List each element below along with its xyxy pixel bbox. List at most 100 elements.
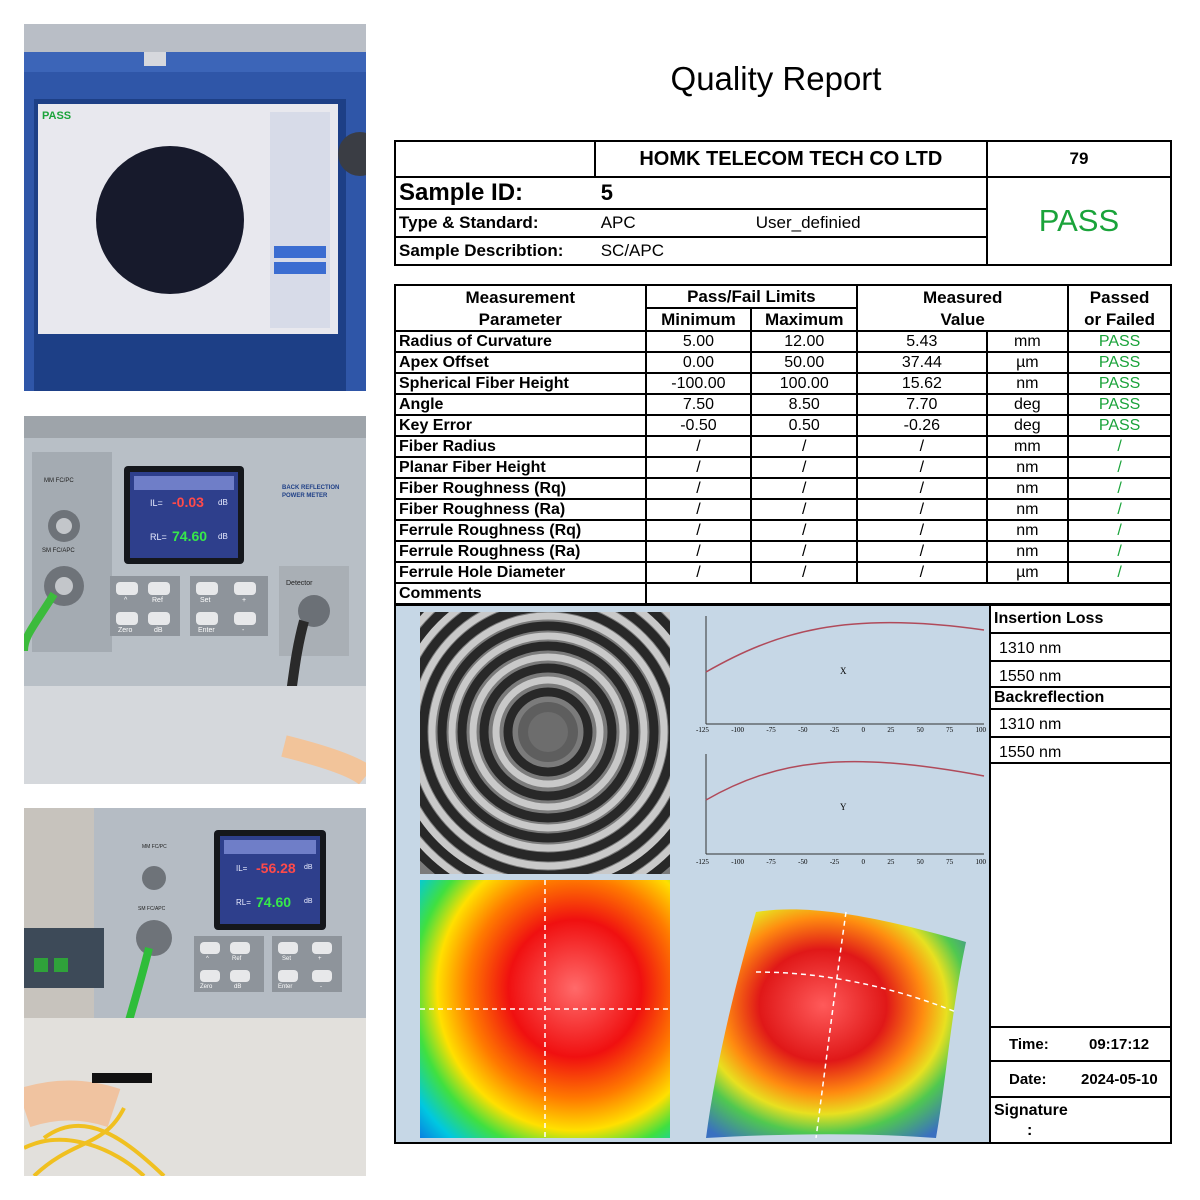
meter-button-enter: Enter [278, 984, 293, 990]
table-row: Ferrule Roughness (Ra) / / / nm / [394, 540, 1172, 563]
param-min: / [644, 540, 753, 563]
param-max: 50.00 [750, 351, 859, 374]
param-value: -0.26 [856, 414, 988, 437]
param-min: / [644, 561, 753, 584]
meter-button-minus: - [242, 627, 245, 634]
param-min: 0.00 [644, 351, 753, 374]
type-standard-values: APC User_definied [594, 208, 988, 238]
param-unit: nm [985, 498, 1070, 521]
overall-result: PASS [985, 176, 1173, 266]
profile-plot-x [705, 616, 985, 725]
tick-label: 100 [975, 726, 986, 734]
param-min: 5.00 [644, 330, 753, 353]
param-max: 100.00 [750, 372, 859, 395]
meter-button-plus: + [318, 956, 322, 962]
param-name: Ferrule Roughness (Ra) [394, 540, 647, 563]
param-value: 7.70 [856, 393, 988, 416]
param-result: PASS [1067, 414, 1172, 437]
table-row: Apex Offset 0.00 50.00 37.44 µm PASS [394, 351, 1172, 374]
param-result: / [1067, 561, 1172, 584]
meter-button-plus: + [242, 597, 247, 604]
type-standard-label: Type & Standard: [394, 208, 595, 238]
param-result: PASS [1067, 330, 1172, 353]
table-row: Radius of Curvature 5.00 12.00 5.43 mm PASS [394, 330, 1172, 353]
il-unit: dB [218, 498, 228, 507]
report-header-table: HOMK TELECOM TECH CO LTD 79 Sample ID: 5… [394, 140, 1173, 266]
header-minimum: Minimum [644, 307, 753, 332]
photo-interferometer-screen: PASS [24, 24, 366, 391]
param-max: / [750, 435, 859, 458]
param-value: / [856, 519, 988, 542]
tick-label: 25 [887, 858, 895, 866]
br-1310-row: 1310 nm [991, 710, 1172, 738]
param-unit: µm [985, 561, 1070, 584]
header-measured-line2: Value [856, 308, 1070, 332]
meter-button-zero: Zero [200, 984, 213, 990]
param-max: / [750, 519, 859, 542]
header-limits: Pass/Fail Limits [644, 284, 859, 309]
signature-label: Signature [994, 1102, 1068, 1119]
meter-button-ref: Ref [232, 956, 242, 962]
report-title: Quality Report [670, 60, 882, 97]
rl-label: RL= [150, 532, 167, 542]
table-row: Fiber Roughness (Ra) / / / nm / [394, 498, 1172, 521]
param-unit: deg [985, 414, 1070, 437]
sample-id-label: Sample ID: [394, 176, 595, 210]
tick-label: 75 [946, 858, 954, 866]
time-label: Time: [1009, 1036, 1049, 1053]
param-unit: µm [985, 351, 1070, 374]
tick-label: 50 [916, 726, 924, 734]
tick-label: 100 [975, 858, 986, 866]
rl-value: 74.60 [172, 528, 208, 544]
meter-button-enter: Enter [198, 627, 215, 634]
date-label: Date: [1009, 1071, 1047, 1088]
rl-unit: dB [218, 532, 228, 541]
standard-value: User_definied [755, 213, 861, 232]
il-label: IL= [150, 498, 163, 508]
rl-unit: dB [304, 898, 313, 905]
report-number: 79 [985, 140, 1173, 178]
results-side-column: Insertion Loss 1310 nm 1550 nm Backrefle… [989, 606, 1172, 1142]
param-name: Fiber Radius [394, 435, 647, 458]
param-min: / [644, 519, 753, 542]
profile-x-ticks: -125 -100 -75 -50 -25 0 25 50 75 100 [696, 726, 986, 734]
header-blank-cell [394, 140, 596, 178]
param-max: / [750, 456, 859, 479]
tick-label: -50 [798, 858, 808, 866]
param-name: Radius of Curvature [394, 330, 647, 353]
table-row: Angle 7.50 8.50 7.70 deg PASS [394, 393, 1172, 416]
photo-power-meter: BACK REFLECTION POWER METER MM FC/PC SM … [24, 416, 366, 784]
table-row: Fiber Radius / / / mm / [394, 435, 1172, 458]
param-unit: nm [985, 372, 1070, 395]
table-row: Spherical Fiber Height -100.00 100.00 15.62… [394, 372, 1172, 395]
il-label: IL= [236, 864, 248, 873]
table-row: Ferrule Roughness (Rq) / / / nm / [394, 519, 1172, 542]
signature-colon: : [1027, 1122, 1033, 1139]
description-label: Sample Describtion: [394, 236, 595, 266]
tick-label: -100 [731, 726, 745, 734]
param-value: 37.44 [856, 351, 988, 374]
meter-button-set: Set [282, 956, 292, 962]
header-parameter-line1: Measurement [394, 284, 647, 308]
table-row: Planar Fiber Height / / / nm / [394, 456, 1172, 479]
tick-label: -125 [696, 858, 709, 866]
surface-heatmap-2d [420, 880, 670, 1138]
param-max: 8.50 [750, 393, 859, 416]
param-min: / [644, 456, 753, 479]
header-parameter-line2: Parameter [394, 308, 647, 332]
param-unit: nm [985, 456, 1070, 479]
param-min: / [644, 498, 753, 521]
param-result: / [1067, 477, 1172, 500]
param-name: Spherical Fiber Height [394, 372, 647, 395]
rl-label: RL= [236, 898, 251, 907]
tick-label: 25 [887, 726, 895, 734]
param-name: Key Error [394, 414, 647, 437]
table-row: Key Error -0.50 0.50 -0.26 deg PASS [394, 414, 1172, 437]
param-value: / [856, 435, 988, 458]
description-value: SC/APC [594, 236, 988, 266]
param-min: 7.50 [644, 393, 753, 416]
time-row: Time: 09:17:12 [991, 1026, 1172, 1062]
param-result: PASS [1067, 393, 1172, 416]
header-maximum: Maximum [750, 307, 859, 332]
interference-fringe-image [420, 612, 670, 874]
